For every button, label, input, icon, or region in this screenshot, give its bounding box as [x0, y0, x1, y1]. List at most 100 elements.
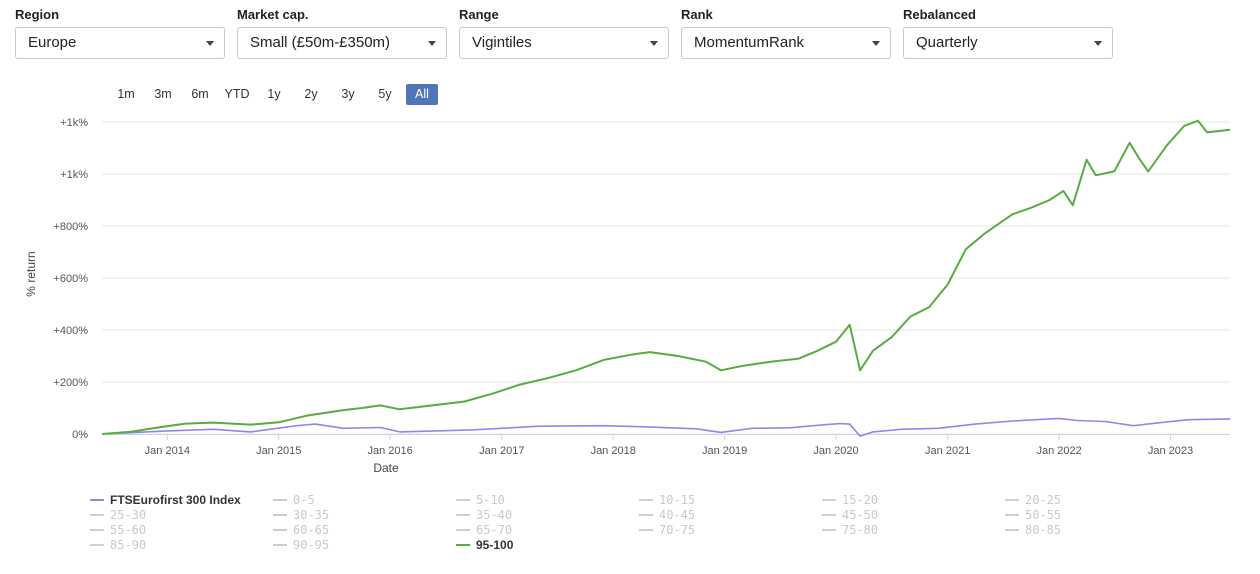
- x-tick-label: Jan 2018: [591, 445, 636, 457]
- legend-swatch-icon: [273, 498, 287, 501]
- range-button-1m[interactable]: 1m: [110, 84, 142, 105]
- legend-item[interactable]: 75-80: [822, 523, 878, 538]
- legend-item[interactable]: 55-60: [90, 523, 146, 538]
- range-button-3y[interactable]: 3y: [332, 84, 364, 105]
- market-cap-select[interactable]: Small (£50m-£350m): [237, 27, 447, 59]
- legend-swatch-icon: [456, 498, 470, 501]
- range-button-3m[interactable]: 3m: [147, 84, 179, 105]
- chart-legend: FTSEurofirst 300 Index 0-5 5-10 10-15 15-20 2…: [90, 493, 1240, 557]
- legend-item[interactable]: 40-45: [639, 508, 695, 523]
- legend-label: 5-10: [476, 493, 505, 507]
- legend-swatch-icon: [273, 513, 287, 516]
- filter-label: Range: [459, 7, 499, 22]
- legend-item[interactable]: 65-70: [456, 523, 512, 538]
- legend-swatch-icon: [273, 528, 287, 531]
- legend-label: 85-90: [110, 538, 147, 552]
- legend-item[interactable]: 80-85: [1005, 523, 1061, 538]
- range-button-6m[interactable]: 6m: [184, 84, 216, 105]
- legend-label: 35-40: [476, 508, 513, 522]
- legend-swatch-icon: [822, 498, 836, 501]
- legend-label: 0-5: [293, 493, 315, 507]
- legend-swatch-icon: [822, 528, 836, 531]
- legend-swatch-icon: [1005, 513, 1019, 516]
- legend-label: 30-35: [293, 508, 330, 522]
- legend-item[interactable]: 60-65: [273, 523, 329, 538]
- select-value: Quarterly: [916, 34, 978, 51]
- range-button-2y[interactable]: 2y: [295, 84, 327, 105]
- legend-item[interactable]: 10-15: [639, 493, 695, 508]
- legend-item[interactable]: FTSEurofirst 300 Index: [90, 493, 241, 508]
- legend-label: 70-75: [659, 523, 696, 537]
- legend-label: 50-55: [1025, 508, 1062, 522]
- legend-label: 10-15: [659, 493, 696, 507]
- legend-item[interactable]: 95-100: [456, 538, 513, 553]
- filter-label: Rank: [681, 7, 713, 22]
- select-value: MomentumRank: [694, 34, 805, 51]
- legend-label: 80-85: [1025, 523, 1062, 537]
- legend-item[interactable]: 20-25: [1005, 493, 1061, 508]
- legend-swatch-icon: [90, 513, 104, 516]
- x-tick-label: Jan 2023: [1148, 445, 1193, 457]
- x-axis-title: Date: [373, 461, 399, 475]
- y-tick-label: +1k%: [60, 169, 88, 181]
- rebalanced-select[interactable]: Quarterly: [903, 27, 1113, 59]
- y-tick-label: +200%: [53, 377, 88, 389]
- legend-swatch-icon: [456, 543, 470, 546]
- series-line-95-100: [101, 119, 1231, 435]
- select-value: Small (£50m-£350m): [250, 34, 391, 51]
- legend-label: 20-25: [1025, 493, 1062, 507]
- legend-item[interactable]: 5-10: [456, 493, 505, 508]
- filter-label: Market cap.: [237, 7, 309, 22]
- legend-item[interactable]: 90-95: [273, 538, 329, 553]
- legend-swatch-icon: [456, 513, 470, 516]
- x-tick-label: Jan 2016: [367, 445, 412, 457]
- select-value: Europe: [28, 34, 77, 51]
- y-tick-label: +400%: [53, 325, 88, 337]
- range-button-ytd[interactable]: YTD: [221, 84, 253, 105]
- legend-item[interactable]: 25-30: [90, 508, 146, 523]
- legend-item[interactable]: 35-40: [456, 508, 512, 523]
- range-button-5y[interactable]: 5y: [369, 84, 401, 105]
- rank-select[interactable]: MomentumRank: [681, 27, 891, 59]
- legend-item[interactable]: 0-5: [273, 493, 315, 508]
- legend-item[interactable]: 50-55: [1005, 508, 1061, 523]
- legend-label: 95-100: [476, 538, 514, 552]
- legend-item[interactable]: 15-20: [822, 493, 878, 508]
- legend-swatch-icon: [822, 513, 836, 516]
- legend-swatch-icon: [639, 528, 653, 531]
- x-tick-label: Jan 2021: [925, 445, 970, 457]
- y-tick-label: +600%: [53, 273, 88, 285]
- filter-market-cap: Market cap. Small (£50m-£350m): [237, 7, 447, 59]
- legend-label: 65-70: [476, 523, 513, 537]
- legend-label: 55-60: [110, 523, 147, 537]
- legend-label: 45-50: [842, 508, 879, 522]
- x-tick-label: Jan 2017: [479, 445, 524, 457]
- range-button-1y[interactable]: 1y: [258, 84, 290, 105]
- range-select[interactable]: Vigintiles: [459, 27, 669, 59]
- x-tick-label: Jan 2022: [1036, 445, 1081, 457]
- legend-item[interactable]: 30-35: [273, 508, 329, 523]
- caret-down-icon: [872, 41, 880, 46]
- caret-down-icon: [1094, 41, 1102, 46]
- legend-label: 75-80: [842, 523, 879, 537]
- legend-swatch-icon: [90, 498, 104, 501]
- legend-swatch-icon: [639, 498, 653, 501]
- legend-swatch-icon: [90, 528, 104, 531]
- region-select[interactable]: Europe: [15, 27, 225, 59]
- legend-item[interactable]: 70-75: [639, 523, 695, 538]
- x-tick-label: Jan 2020: [813, 445, 858, 457]
- legend-swatch-icon: [1005, 528, 1019, 531]
- legend-item[interactable]: 45-50: [822, 508, 878, 523]
- legend-label: FTSEurofirst 300 Index: [110, 493, 241, 507]
- legend-swatch-icon: [456, 528, 470, 531]
- filter-rank: Rank MomentumRank: [681, 7, 891, 59]
- x-tick-label: Jan 2014: [145, 445, 190, 457]
- legend-swatch-icon: [639, 513, 653, 516]
- range-button-all[interactable]: All: [406, 84, 438, 105]
- legend-item[interactable]: 85-90: [90, 538, 146, 553]
- x-tick-label: Jan 2019: [702, 445, 747, 457]
- filter-range: Range Vigintiles: [459, 7, 669, 59]
- legend-label: 15-20: [842, 493, 879, 507]
- legend-label: 90-95: [293, 538, 330, 552]
- y-axis-title: % return: [24, 251, 38, 296]
